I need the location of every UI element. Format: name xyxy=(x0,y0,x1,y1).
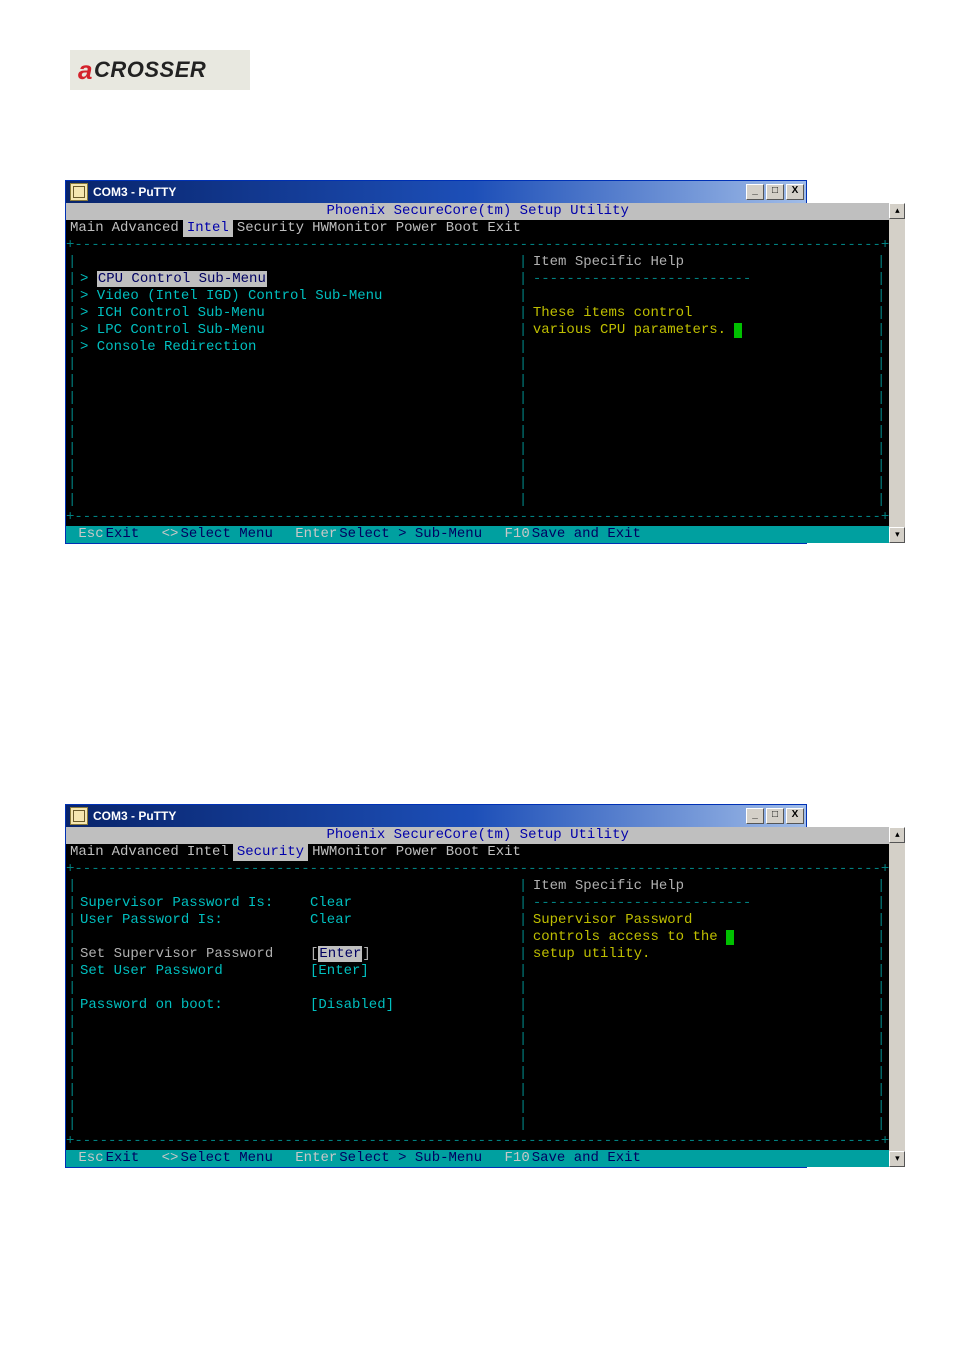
maximize-button[interactable]: □ xyxy=(766,184,784,200)
help-title: Item Specific Help xyxy=(533,254,684,270)
footer-key: <> xyxy=(153,526,178,543)
scroll-up-button[interactable]: ▴ xyxy=(889,203,905,219)
help-divider: -------------------------- xyxy=(533,895,751,911)
help-divider: -------------------------- xyxy=(533,271,751,287)
footer-label: Save and Exit xyxy=(532,526,641,543)
scroll-up-button[interactable]: ▴ xyxy=(889,827,905,843)
divider: +---------------------------------------… xyxy=(66,237,889,254)
minimize-button[interactable]: _ xyxy=(746,184,764,200)
window-title: COM3 - PuTTY xyxy=(93,809,746,823)
terminal[interactable]: Phoenix SecureCore(tm) Setup UtilityMain… xyxy=(66,827,889,1167)
footer-label: Select Menu xyxy=(180,1150,272,1167)
footer-key: Esc xyxy=(70,1150,104,1167)
scroll-down-button[interactable]: ▾ xyxy=(889,1151,905,1167)
form-value[interactable]: Clear xyxy=(310,895,352,912)
submenu-item[interactable]: > Console Redirection xyxy=(80,339,256,355)
footer-key: F10 xyxy=(496,526,530,543)
tabs-row: MainAdvancedIntelSecurityHWMonitorPowerB… xyxy=(66,220,889,237)
putty-icon xyxy=(70,183,88,201)
cursor xyxy=(726,930,734,945)
footer-label: Exit xyxy=(106,526,140,543)
putty-icon xyxy=(70,807,88,825)
footer-label: Select > Sub-Menu xyxy=(339,526,482,543)
tab-advanced[interactable]: Advanced xyxy=(108,220,183,237)
divider: +---------------------------------------… xyxy=(66,1133,889,1150)
tab-security[interactable]: Security xyxy=(233,220,308,237)
putty-window: COM3 - PuTTY _ □ X Phoenix SecureCore(tm… xyxy=(65,804,807,1168)
tabs-row: MainAdvancedIntelSecurityHWMonitorPowerB… xyxy=(66,844,889,861)
terminal[interactable]: Phoenix SecureCore(tm) Setup UtilityMain… xyxy=(66,203,889,543)
bios-title: Phoenix SecureCore(tm) Setup Utility xyxy=(66,203,889,220)
divider: +---------------------------------------… xyxy=(66,509,889,526)
maximize-button[interactable]: □ xyxy=(766,808,784,824)
submenu-item[interactable]: > LPC Control Sub-Menu xyxy=(80,322,265,338)
tab-hwmonitor[interactable]: HWMonitor xyxy=(308,220,392,237)
form-value[interactable]: [Enter] xyxy=(310,963,369,980)
form-label[interactable]: Password on boot: xyxy=(80,997,223,1013)
help-text: Supervisor Password xyxy=(533,912,693,928)
tab-exit[interactable]: Exit xyxy=(483,844,525,861)
footer-key: <> xyxy=(153,1150,178,1167)
tab-intel[interactable]: Intel xyxy=(183,844,233,861)
tab-intel[interactable]: Intel xyxy=(183,220,233,237)
footer-bar: EscExit <>Select Menu EnterSelect > Sub-… xyxy=(66,1150,889,1167)
bios-title: Phoenix SecureCore(tm) Setup Utility xyxy=(66,827,889,844)
footer-key: Esc xyxy=(70,526,104,543)
form-label[interactable]: User Password Is: xyxy=(80,912,223,928)
logo: aCROSSER xyxy=(70,50,250,90)
help-text: various CPU parameters. xyxy=(533,322,735,338)
footer-key: F10 xyxy=(496,1150,530,1167)
footer-label: Select Menu xyxy=(180,526,272,543)
submenu-item[interactable]: > ICH Control Sub-Menu xyxy=(80,305,265,321)
putty-window: COM3 - PuTTY _ □ X Phoenix SecureCore(tm… xyxy=(65,180,807,544)
tab-advanced[interactable]: Advanced xyxy=(108,844,183,861)
tab-boot[interactable]: Boot xyxy=(442,844,484,861)
form-label[interactable]: Supervisor Password Is: xyxy=(80,895,273,911)
menu-prefix: > xyxy=(80,271,97,287)
tab-exit[interactable]: Exit xyxy=(483,220,525,237)
footer-bar: EscExit <>Select Menu EnterSelect > Sub-… xyxy=(66,526,889,543)
scrollbar[interactable]: ▴ ▾ xyxy=(889,203,905,543)
footer-label: Exit xyxy=(106,1150,140,1167)
help-title: Item Specific Help xyxy=(533,878,684,894)
close-button[interactable]: X xyxy=(786,184,804,200)
help-text: controls access to the xyxy=(533,929,726,945)
form-label[interactable]: Set User Password xyxy=(80,963,223,979)
minimize-button[interactable]: _ xyxy=(746,808,764,824)
scrollbar[interactable]: ▴ ▾ xyxy=(889,827,905,1167)
tab-main[interactable]: Main xyxy=(66,220,108,237)
scroll-track[interactable] xyxy=(889,843,905,1151)
window-title: COM3 - PuTTY xyxy=(93,185,746,199)
form-value-selected[interactable]: Enter xyxy=(318,946,362,962)
footer-label: Save and Exit xyxy=(532,1150,641,1167)
tab-main[interactable]: Main xyxy=(66,844,108,861)
footer-key: Enter xyxy=(287,526,337,543)
scroll-down-button[interactable]: ▾ xyxy=(889,527,905,543)
help-text: These items control xyxy=(533,305,693,321)
tab-security[interactable]: Security xyxy=(233,844,308,861)
cursor xyxy=(734,323,742,338)
divider: +---------------------------------------… xyxy=(66,861,889,878)
tab-boot[interactable]: Boot xyxy=(442,220,484,237)
menu-item-selected[interactable]: CPU Control Sub-Menu xyxy=(97,271,267,287)
form-value[interactable]: Clear xyxy=(310,912,352,929)
titlebar[interactable]: COM3 - PuTTY _ □ X xyxy=(66,181,806,203)
titlebar[interactable]: COM3 - PuTTY _ □ X xyxy=(66,805,806,827)
form-value[interactable]: [Disabled] xyxy=(310,997,394,1014)
logo-first-letter: a xyxy=(78,55,93,86)
tab-power[interactable]: Power xyxy=(392,844,442,861)
form-label[interactable]: Set Supervisor Password xyxy=(80,946,273,962)
tab-hwmonitor[interactable]: HWMonitor xyxy=(308,844,392,861)
footer-key: Enter xyxy=(287,1150,337,1167)
scroll-track[interactable] xyxy=(889,219,905,527)
help-text: setup utility. xyxy=(533,946,651,962)
submenu-item[interactable]: > Video (Intel IGD) Control Sub-Menu xyxy=(80,288,382,304)
footer-label: Select > Sub-Menu xyxy=(339,1150,482,1167)
close-button[interactable]: X xyxy=(786,808,804,824)
logo-rest: CROSSER xyxy=(94,57,206,83)
tab-power[interactable]: Power xyxy=(392,220,442,237)
